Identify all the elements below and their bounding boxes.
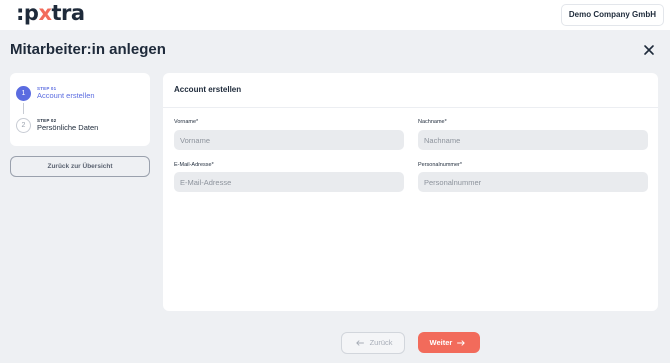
back-button[interactable]: Zurück — [341, 332, 405, 354]
stepper: 1 STEP 01 Account erstellen 2 STEP 02 Pe… — [10, 73, 150, 146]
arrow-right-icon — [457, 340, 466, 346]
account-form-card: Account erstellen Vorname* Nachname* E-M… — [163, 73, 658, 311]
step-connector — [23, 103, 24, 114]
back-to-overview-button[interactable]: Zurück zur Übersicht — [10, 156, 150, 177]
personnel-number-input[interactable] — [418, 172, 648, 192]
back-button-label: Zurück — [369, 338, 393, 347]
next-button[interactable]: Weiter — [418, 332, 480, 353]
pxtra-logo[interactable]: :pxtra — [16, 0, 85, 30]
page-title: Mitarbeiter:in anlegen — [10, 41, 166, 58]
divider — [163, 107, 658, 108]
last-name-label: Nachname* — [418, 119, 447, 125]
company-switcher[interactable]: Demo Company GmbH — [560, 4, 664, 26]
personnel-number-label: Personalnummer* — [418, 162, 463, 168]
close-icon[interactable] — [643, 44, 655, 56]
next-button-label: Weiter — [429, 338, 453, 347]
step-name: Persönliche Daten — [37, 123, 99, 132]
first-name-label: Vorname* — [174, 119, 199, 125]
email-label: E-Mail-Adresse* — [174, 162, 214, 168]
arrow-left-icon — [356, 340, 365, 346]
email-input[interactable] — [174, 172, 404, 192]
step-number-badge: 2 — [16, 118, 31, 133]
step-number-badge: 1 — [16, 86, 31, 101]
last-name-input[interactable] — [418, 130, 648, 150]
top-bar: :pxtra Demo Company GmbH — [0, 0, 670, 30]
step-name: Account erstellen — [37, 91, 95, 100]
first-name-input[interactable] — [174, 130, 404, 150]
form-title: Account erstellen — [174, 85, 242, 94]
